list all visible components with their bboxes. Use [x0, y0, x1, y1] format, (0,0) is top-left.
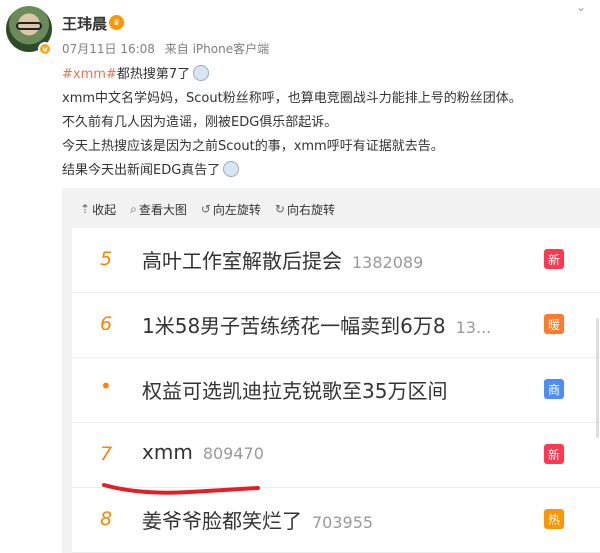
hot-title: 权益可选凯迪拉克锐歌至35万区间: [142, 379, 448, 403]
rank-dot: •: [100, 374, 112, 398]
verified-badge-icon: v: [38, 42, 52, 56]
hot-count: 13...: [455, 318, 492, 337]
post-line-4: 今天上热搜应该是因为之前Scout的事，xmm呼吁有证据就去告。: [62, 139, 444, 154]
post-source: 来自 iPhone客户端: [164, 42, 270, 56]
rank-number: 7: [100, 443, 113, 465]
hot-title: 高叶工作室解散后提会 1382089: [142, 249, 424, 273]
hot-title: xmm 809470: [142, 440, 264, 464]
rotate-right-icon: ↻: [274, 202, 285, 216]
hot-title: 姜爷爷脸都笑烂了 703955: [142, 509, 374, 533]
emoji-icon: [193, 65, 210, 81]
rotate-left-button[interactable]: ↺ 向左旋转: [201, 200, 261, 218]
post-line-2: xmm中文名学妈妈，Scout粉丝称呼，也算电竞圈战斗力能排上号的粉丝团体。: [62, 91, 522, 106]
view-large-button[interactable]: ⌕ 查看大图: [130, 200, 187, 218]
status-badge: 新: [544, 444, 564, 464]
chevron-down-icon[interactable]: ⌄: [576, 0, 590, 14]
hot-list-row: 8 姜爷爷脸都笑烂了 703955 热: [72, 488, 600, 553]
image-viewer: ⇡ 收起 ⌕ 查看大图 ↺ 向左旋转 ↻ 向右旋转 5 高叶工作室解散后提会 138208…: [62, 188, 600, 553]
hot-search-screenshot[interactable]: 5 高叶工作室解散后提会 1382089 新 6 1米58男子苦练绣花一幅卖到6万…: [72, 228, 600, 553]
rotate-right-button[interactable]: ↻ 向右旋转: [275, 200, 335, 218]
hot-list-row: • 权益可选凯迪拉克锐歌至35万区间 商: [72, 358, 600, 423]
post-text: #xmm#都热搜第7了 xmm中文名学妈妈，Scout粉丝称呼，也算电竞圈战斗力…: [62, 63, 592, 183]
rank-number: 8: [100, 508, 113, 530]
hot-list-row: 5 高叶工作室解散后提会 1382089 新: [72, 228, 600, 293]
vip-crown-icon: ♛: [109, 15, 124, 30]
status-badge: 热: [544, 509, 564, 529]
hot-list-row: 6 1米58男子苦练绣花一幅卖到6万8 13... 暖: [72, 293, 600, 358]
hashtag-link[interactable]: #xmm#: [62, 67, 117, 82]
status-badge: 新: [544, 249, 564, 269]
hot-count: 809470: [202, 444, 264, 463]
hot-list-row: 7 xmm 809470 新: [72, 423, 600, 488]
rotate-left-icon: ↺: [200, 202, 211, 216]
hot-title: 1米58男子苦练绣花一幅卖到6万8 13...: [142, 314, 492, 338]
scrollbar: [596, 318, 599, 438]
post-line-1: #xmm#都热搜第7了: [62, 63, 592, 87]
post-time[interactable]: 07月11日 16:08: [62, 42, 155, 56]
post-meta: 07月11日 16:08 来自 iPhone客户端: [62, 40, 269, 57]
rank-number: 5: [100, 248, 113, 270]
post-line-3: 不久前有几人因为造谣，刚被EDG俱乐部起诉。: [62, 115, 338, 130]
status-badge: 商: [544, 379, 564, 399]
status-badge: 暖: [544, 314, 564, 334]
magnifier-icon: ⌕: [130, 201, 137, 216]
avatar-glasses: [16, 22, 42, 30]
emoji-icon: [223, 161, 240, 177]
post-line-5: 结果今天出新闻EDG真告了: [62, 159, 592, 183]
hot-count: 703955: [312, 513, 374, 532]
username[interactable]: 王玮晨: [62, 13, 107, 34]
hot-count: 1382089: [352, 253, 424, 272]
collapse-icon: ⇡: [80, 202, 91, 216]
image-toolbar: ⇡ 收起 ⌕ 查看大图 ↺ 向左旋转 ↻ 向右旋转: [80, 200, 335, 218]
collapse-button[interactable]: ⇡ 收起: [80, 200, 116, 218]
rank-number: 6: [100, 313, 113, 335]
